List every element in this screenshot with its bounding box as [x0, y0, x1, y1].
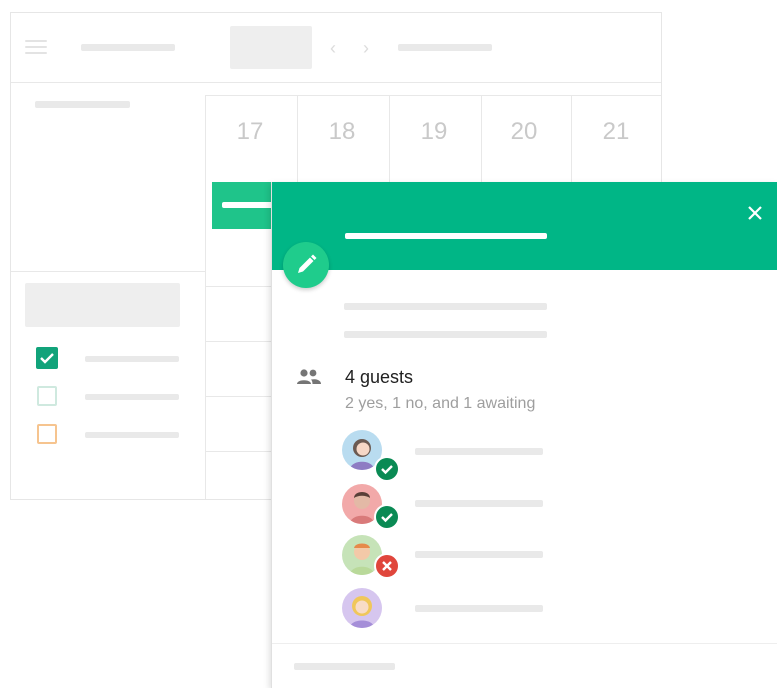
calendar-checkbox-unchecked[interactable] [37, 386, 57, 406]
event-detail-card: 4 guests 2 yes, 1 no, and 1 awaiting [271, 182, 777, 688]
today-button[interactable] [230, 26, 312, 69]
guest-name-placeholder [415, 551, 543, 558]
guest-name-placeholder [415, 500, 543, 507]
calendar-checkbox-unchecked-orange[interactable] [37, 424, 57, 444]
chevron-left-icon[interactable]: ‹ [330, 38, 336, 59]
day-number: 21 [602, 118, 630, 145]
edit-button[interactable] [283, 242, 329, 288]
close-icon [382, 561, 392, 571]
search-people-placeholder[interactable] [25, 283, 180, 327]
guests-rsvp-summary: 2 yes, 1 no, and 1 awaiting [345, 395, 536, 412]
people-icon [297, 369, 321, 384]
day-number: 18 [328, 118, 356, 145]
declined-badge [374, 553, 400, 579]
event-title-placeholder [345, 233, 547, 239]
mini-calendar-title-placeholder [35, 101, 130, 108]
event-detail-placeholder [344, 331, 547, 338]
close-icon[interactable] [746, 204, 764, 222]
event-time-placeholder [344, 303, 547, 310]
calendar-event-chip[interactable] [212, 182, 274, 229]
card-divider [272, 643, 777, 644]
guests-count: 4 guests [345, 367, 414, 387]
check-icon [40, 353, 54, 364]
guest-avatar[interactable] [342, 588, 382, 628]
calendar-checkbox-checked[interactable] [36, 347, 58, 369]
guest-name-placeholder [415, 448, 543, 455]
day-number: 20 [510, 118, 538, 145]
pencil-icon [298, 254, 317, 273]
app-title-placeholder [81, 44, 175, 51]
accepted-badge [374, 456, 400, 482]
chevron-right-icon[interactable]: › [363, 38, 369, 59]
menu-icon[interactable] [25, 40, 47, 54]
event-card-header [272, 182, 777, 270]
day-number: 17 [236, 118, 264, 145]
day-number: 19 [420, 118, 448, 145]
accepted-badge [374, 504, 400, 530]
check-icon [381, 513, 393, 523]
guest-name-placeholder [415, 605, 543, 612]
footer-placeholder [294, 663, 395, 670]
date-range-placeholder [398, 44, 492, 51]
check-icon [381, 465, 393, 475]
